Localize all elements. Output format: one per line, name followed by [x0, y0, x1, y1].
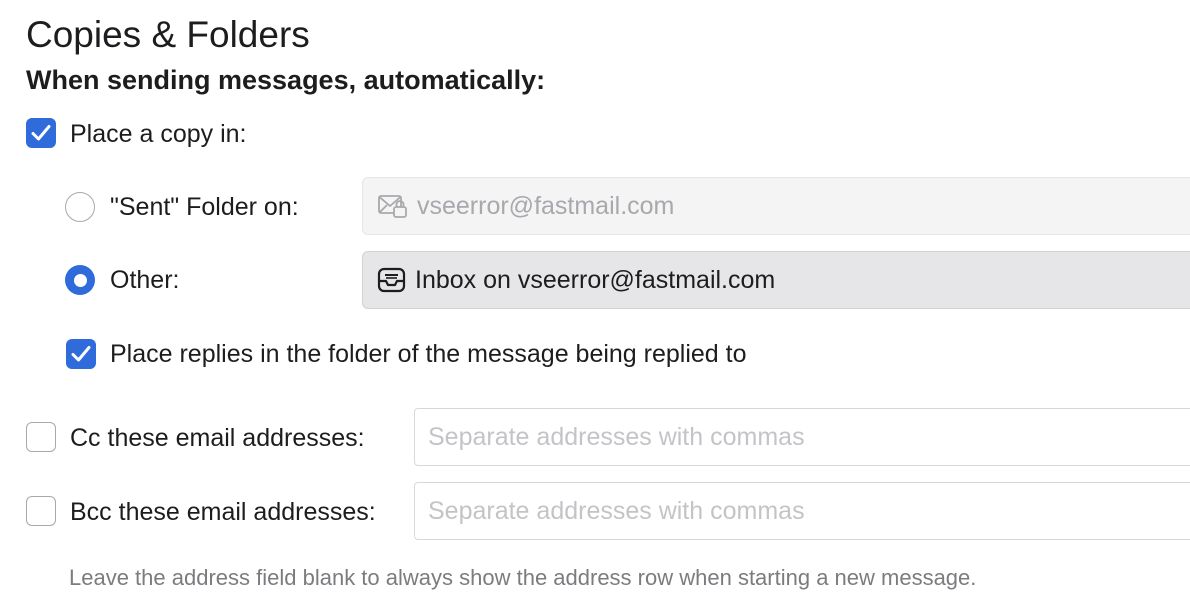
other-folder-label[interactable]: Other: [110, 264, 179, 296]
bcc-checkbox[interactable] [26, 496, 56, 526]
checkmark-icon [31, 125, 51, 141]
place-copy-label[interactable]: Place a copy in: [70, 118, 247, 150]
inbox-tray-icon [377, 267, 406, 293]
checkmark-icon [71, 346, 91, 362]
bcc-address-field[interactable] [414, 482, 1190, 540]
mail-lock-icon [378, 195, 407, 218]
other-folder-popup[interactable]: Inbox on vseerror@fastmail.com [362, 251, 1190, 309]
cc-address-field[interactable] [414, 408, 1190, 466]
sent-folder-label[interactable]: "Sent" Folder on: [110, 191, 299, 223]
place-replies-label[interactable]: Place replies in the folder of the messa… [110, 338, 747, 370]
address-hint-text: Leave the address field blank to always … [69, 565, 977, 590]
cc-address-input[interactable] [428, 422, 1190, 452]
place-replies-checkbox[interactable] [66, 339, 96, 369]
other-folder-radio[interactable] [65, 265, 95, 295]
sent-folder-account-value: vseerror@fastmail.com [417, 192, 675, 220]
other-folder-value: Inbox on vseerror@fastmail.com [415, 266, 776, 294]
page-title: Copies & Folders [26, 14, 310, 55]
sent-folder-radio[interactable] [65, 192, 95, 222]
bcc-address-input[interactable] [428, 496, 1190, 526]
cc-label[interactable]: Cc these email addresses: [70, 422, 365, 454]
bcc-label[interactable]: Bcc these email addresses: [70, 496, 376, 528]
section-heading: When sending messages, automatically: [26, 65, 546, 95]
sent-folder-account-popup: vseerror@fastmail.com [362, 177, 1190, 235]
cc-checkbox[interactable] [26, 422, 56, 452]
place-copy-checkbox[interactable] [26, 118, 56, 148]
